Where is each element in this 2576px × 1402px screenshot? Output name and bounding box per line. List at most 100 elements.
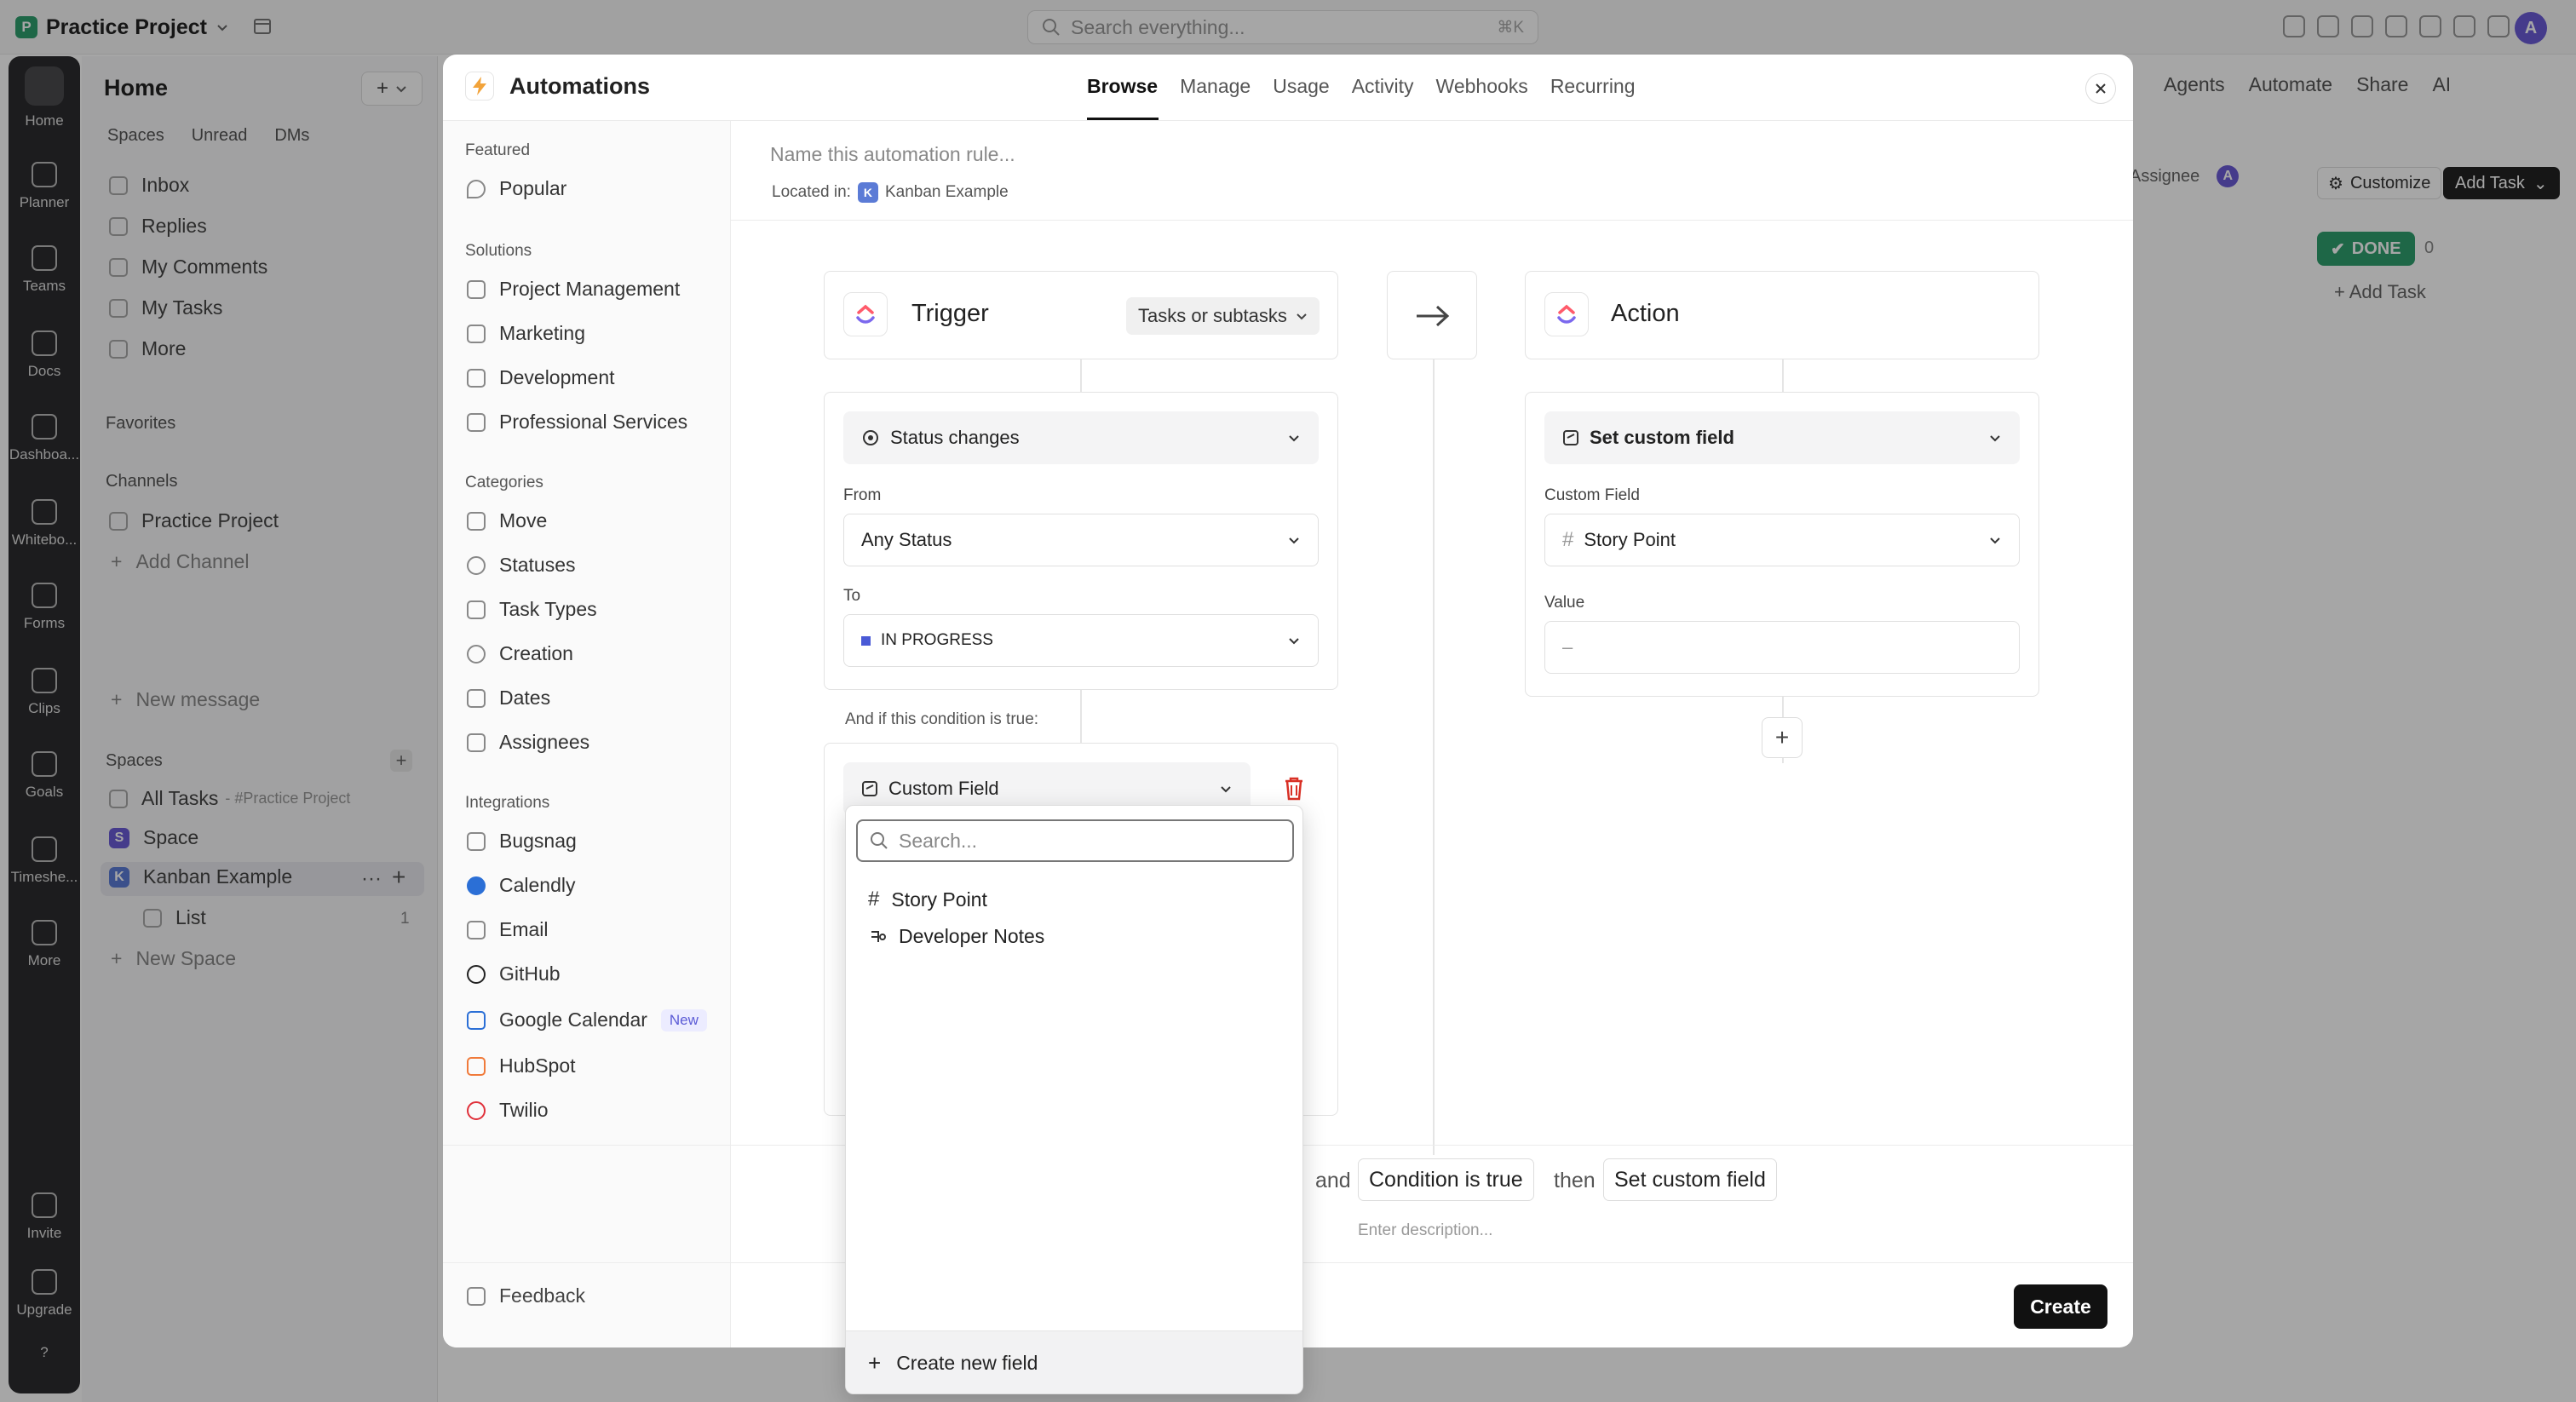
close-button[interactable]: [2085, 73, 2116, 104]
chevron-down-icon: [1297, 313, 1307, 320]
custom-field-select[interactable]: # Story Point: [1544, 514, 2020, 566]
integration-email[interactable]: Email: [467, 918, 549, 941]
wand-icon: [467, 412, 486, 432]
rule-location: Located in: K Kanban Example: [772, 182, 1009, 203]
to-status-select[interactable]: IN PROGRESS: [843, 614, 1319, 667]
header-divider: [731, 220, 2133, 221]
arrow-card: [1387, 271, 1477, 359]
bolt-icon: [465, 72, 494, 101]
search-icon: [871, 832, 888, 849]
location-badge: K: [857, 182, 878, 203]
tab-browse[interactable]: Browse: [1087, 75, 1158, 98]
template-popular[interactable]: Popular: [467, 177, 566, 200]
value-label: Value: [1544, 594, 1585, 612]
add-action-button[interactable]: +: [1762, 717, 1803, 758]
hash-icon: #: [1562, 528, 1574, 551]
trash-icon[interactable]: [1283, 776, 1305, 802]
plus-icon: +: [1774, 724, 1790, 750]
sentence-condition[interactable]: Condition is true: [1358, 1158, 1534, 1201]
description-input[interactable]: Enter description...: [1358, 1221, 1492, 1240]
featured-header: Featured: [465, 141, 531, 159]
arrow-right-icon: [1417, 305, 1450, 327]
trigger-details-card: Status changes From Any Status To IN PRO…: [824, 392, 1338, 690]
template-project-management[interactable]: Project Management: [467, 278, 680, 301]
action-details-card: Set custom field Custom Field # Story Po…: [1525, 392, 2039, 697]
integration-bugsnag[interactable]: Bugsnag: [467, 830, 577, 853]
category-creation[interactable]: Creation: [467, 642, 573, 665]
tab-webhooks[interactable]: Webhooks: [1436, 75, 1528, 98]
sentence-then: then: [1554, 1169, 1596, 1192]
template-development[interactable]: Development: [467, 366, 615, 389]
wand-icon: [467, 368, 486, 388]
sentence-and: and: [1315, 1169, 1351, 1192]
integration-twilio[interactable]: Twilio: [467, 1099, 549, 1122]
category-dates[interactable]: Dates: [467, 687, 550, 710]
create-new-field-button[interactable]: + Create new field: [846, 1330, 1302, 1393]
tab-recurring[interactable]: Recurring: [1550, 75, 1636, 98]
tab-manage[interactable]: Manage: [1180, 75, 1251, 98]
to-label: To: [843, 587, 861, 605]
connector-line: [1433, 358, 1435, 1155]
status-icon: [863, 430, 878, 445]
wand-icon: [467, 279, 486, 299]
dropdown-option-story-point[interactable]: # Story Point: [868, 888, 987, 911]
integration-hubspot[interactable]: HubSpot: [467, 1054, 576, 1077]
value-input[interactable]: –: [1544, 621, 2020, 674]
condition-label: And if this condition is true:: [845, 710, 1039, 728]
google-calendar-icon: [467, 1010, 486, 1030]
custom-field-icon: [862, 781, 877, 796]
action-title: Action: [1611, 300, 1680, 327]
chevron-down-icon: [1990, 537, 2000, 544]
template-professional-services[interactable]: Professional Services: [467, 411, 687, 434]
users-icon: [467, 733, 486, 752]
tab-usage[interactable]: Usage: [1273, 75, 1329, 98]
twilio-icon: [467, 1100, 486, 1120]
modal-title: Automations: [465, 72, 650, 101]
plus-icon: +: [868, 1350, 882, 1376]
from-status-select[interactable]: Any Status: [843, 514, 1319, 566]
modal-tabs: Browse Manage Usage Activity Webhooks Re…: [1087, 75, 1636, 98]
bugsnag-icon: [467, 831, 486, 851]
action-card: Action: [1525, 271, 2039, 359]
trigger-card: Trigger Tasks or subtasks: [824, 271, 1338, 359]
status-icon: [467, 555, 486, 575]
create-button[interactable]: Create: [2014, 1284, 2107, 1329]
chevron-down-icon: [1289, 435, 1299, 442]
from-label: From: [843, 486, 882, 504]
integration-github[interactable]: GitHub: [467, 962, 561, 985]
custom-field-label: Custom Field: [1544, 486, 1640, 504]
dropdown-search-input[interactable]: Search...: [856, 819, 1294, 862]
category-task-types[interactable]: Task Types: [467, 598, 597, 621]
clickup-logo-icon: [843, 292, 888, 336]
custom-field-icon: [1563, 430, 1578, 445]
trigger-scope-select[interactable]: Tasks or subtasks: [1126, 297, 1320, 335]
feedback-icon: [467, 1286, 486, 1306]
move-icon: [467, 511, 486, 531]
text-field-icon: [871, 930, 886, 942]
dropdown-option-developer-notes[interactable]: Developer Notes: [868, 925, 1044, 948]
category-assignees[interactable]: Assignees: [467, 731, 589, 754]
trigger-event-select[interactable]: Status changes: [843, 411, 1319, 464]
calendar-icon: [467, 688, 486, 708]
rule-name-input[interactable]: Name this automation rule...: [770, 143, 1015, 166]
chevron-down-icon: [1990, 435, 2000, 442]
action-event-select[interactable]: Set custom field: [1544, 411, 2020, 464]
category-move[interactable]: Move: [467, 509, 547, 532]
hubspot-icon: [467, 1056, 486, 1076]
integration-calendly[interactable]: Calendly: [467, 874, 576, 897]
custom-field-dropdown: Search... # Story Point Developer Notes +…: [845, 805, 1303, 1394]
trigger-title: Trigger: [911, 300, 989, 327]
wand-icon: [467, 324, 486, 343]
clickup-logo-icon: [1544, 292, 1589, 336]
template-marketing[interactable]: Marketing: [467, 322, 585, 345]
close-icon: [2096, 83, 2106, 94]
category-statuses[interactable]: Statuses: [467, 554, 576, 577]
cube-icon: [467, 600, 486, 619]
mail-icon: [467, 920, 486, 939]
integration-google-calendar[interactable]: Google Calendar New: [467, 1008, 707, 1031]
tab-activity[interactable]: Activity: [1352, 75, 1414, 98]
feedback-link[interactable]: Feedback: [467, 1284, 585, 1307]
new-badge: New: [660, 1008, 707, 1031]
sentence-action[interactable]: Set custom field: [1603, 1158, 1777, 1201]
solutions-header: Solutions: [465, 242, 532, 260]
